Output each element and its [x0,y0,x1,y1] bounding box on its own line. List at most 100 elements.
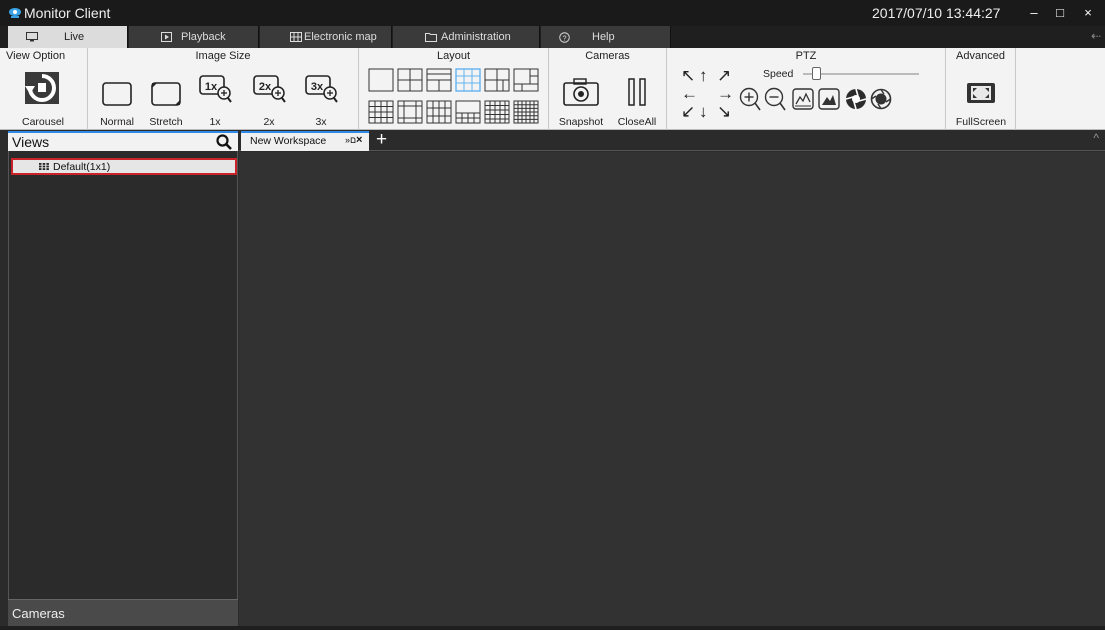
carousel-icon [25,72,59,104]
group-cameras: Cameras Snapshot CloseAll [549,48,667,130]
group-title: Layout [436,50,471,62]
back-arrow-icon[interactable]: ⇠ [1091,29,1101,43]
group-title: Image Size [195,50,251,62]
close-tab-icon[interactable]: × [356,134,362,146]
focus-far-icon[interactable] [818,88,840,110]
zoom-2x-glyph: 2x [259,81,272,93]
fullscreen-label: FullScreen [955,116,1007,128]
stretch-button[interactable]: Stretch [149,82,183,128]
zoom-2x-icon: 2x [253,75,286,103]
video-workspace-area[interactable] [239,152,1105,626]
minimize-button[interactable]: – [1023,3,1045,23]
speed-label: Speed [763,68,794,80]
normal-button[interactable]: Normal [100,82,134,128]
grid-view-icon [39,163,49,170]
snapshot-button[interactable]: Snapshot [557,78,605,128]
ptz-up-arrow[interactable]: ↑ [699,66,708,85]
layout-4x4-icon[interactable] [368,100,394,124]
close-all-label: CloseAll [617,116,657,128]
carousel-button[interactable]: Carousel [14,68,72,128]
layout-5x5-icon[interactable] [484,100,510,124]
view-item-label: Default(1x1) [53,161,111,173]
close-button[interactable]: × [1077,3,1099,23]
focus-near-icon[interactable] [792,88,814,110]
tab-help[interactable]: ? Help [541,26,671,48]
main-tab-bar: Live Playback Electronic map Administrat… [0,26,1105,48]
monitor-icon [26,32,38,42]
pin-icon[interactable]: »ם [345,135,356,145]
svg-text:?: ? [562,33,566,42]
help-icon: ? [559,31,570,43]
app-title: Monitor Client [24,5,111,21]
tab-administration[interactable]: Administration [393,26,540,48]
layout-1plus5-icon[interactable] [513,68,539,92]
speed-slider-thumb[interactable] [812,67,821,80]
zoom-out-icon[interactable] [764,86,786,112]
layout-1plus7-icon[interactable] [397,100,423,124]
tab-playback-label: Playback [181,31,226,43]
camera-icon [563,78,599,106]
iris-open-icon[interactable] [845,88,867,110]
tab-administration-label: Administration [441,31,511,43]
cameras-panel-header[interactable]: Cameras [8,599,238,626]
cameras-title: Cameras [12,606,65,621]
normal-icon [102,82,132,106]
ptz-up-right-arrow[interactable]: ↗ [717,66,731,85]
layout-2x2-icon[interactable] [397,68,423,92]
zoom-1x-icon: 1x [199,75,232,103]
ptz-down-arrow[interactable]: ↓ [699,102,708,121]
iris-close-icon[interactable] [870,88,892,110]
ptz-left-arrow[interactable]: ← [681,84,698,103]
zoom-2x-label: 2x [263,116,275,128]
view-item-default[interactable]: Default(1x1) [11,158,237,175]
layout-6x6-icon[interactable] [513,100,539,124]
group-title: Advanced [956,50,1005,62]
stretch-label: Stretch [149,116,183,128]
group-title: View Option [6,50,66,62]
layout-1plus2-icon[interactable] [426,68,452,92]
group-advanced: Advanced FullScreen [946,48,1016,130]
zoom-3x-glyph: 3x [311,81,324,93]
ptz-direction-pad: ↖ ↑ ↗ ← → ↙ ↓ ↘ [679,66,739,126]
maximize-button[interactable]: □ [1049,3,1071,23]
views-panel-header: Views [8,131,238,151]
group-view-option: View Option Carousel [0,48,88,130]
layout-3x3-active-icon[interactable] [455,68,481,92]
layout-grid-icons[interactable] [368,68,540,126]
group-title: Cameras [585,50,630,62]
ptz-down-left-arrow[interactable]: ↙ [681,102,695,121]
folder-icon [425,33,437,42]
tab-live[interactable]: Live [8,26,128,48]
zoom-in-icon[interactable] [739,86,761,112]
layout-1plus3-icon[interactable] [484,68,510,92]
zoom-3x-button[interactable]: 3x 3x [304,74,338,128]
collapse-ribbon-icon[interactable]: ^ [1093,131,1099,145]
zoom-2x-button[interactable]: 2x 2x [252,74,286,128]
workspace-tab-label: New Workspace [250,135,327,147]
zoom-1x-button[interactable]: 1x 1x [198,74,232,128]
speed-slider-track[interactable] [803,67,919,80]
zoom-1x-glyph: 1x [205,81,218,93]
zoom-3x-icon: 3x [305,75,338,103]
layout-3x4-icon[interactable] [426,100,452,124]
workspace-tab[interactable]: New Workspace »ם × [241,131,369,151]
ptz-down-right-arrow[interactable]: ↘ [717,102,731,121]
ptz-right-arrow[interactable]: → [717,84,734,103]
group-image-size: Image Size Normal Stretch 1x 1x 2x 2x 3x… [88,48,359,130]
add-workspace-icon[interactable]: + [376,129,387,151]
fullscreen-button[interactable]: FullScreen [952,78,1010,128]
close-all-button[interactable]: CloseAll [613,78,661,128]
views-title: Views [12,134,50,150]
search-icon[interactable] [216,134,232,150]
tab-playback[interactable]: Playback [129,26,259,48]
tab-electronic-map[interactable]: Electronic map [260,26,392,48]
group-ptz: PTZ ↖ ↑ ↗ ← → ↙ ↓ ↘ Speed [667,48,946,130]
fullscreen-icon [967,83,995,103]
layout-1plus12-icon[interactable] [455,100,481,124]
group-title: PTZ [795,50,817,62]
layout-1x1-icon[interactable] [368,68,394,92]
normal-label: Normal [100,116,134,128]
ribbon-toolbar: View Option Carousel Image Size Normal S… [0,48,1105,130]
carousel-label: Carousel [21,116,65,128]
ptz-up-left-arrow[interactable]: ↖ [681,66,695,85]
